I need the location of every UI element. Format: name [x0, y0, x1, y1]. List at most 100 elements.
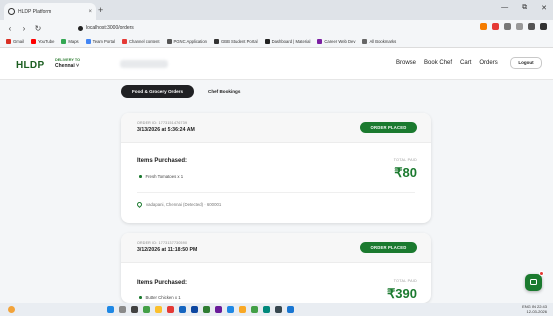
chat-button[interactable] — [525, 274, 542, 291]
app-icon[interactable] — [143, 306, 150, 313]
profile-icon[interactable] — [528, 23, 535, 30]
weather-icon[interactable] — [8, 306, 15, 313]
youtube-icon — [122, 39, 127, 44]
folder-icon — [362, 39, 368, 44]
extension-icon[interactable] — [516, 23, 523, 30]
url-text: localhost:3000/orders — [86, 25, 134, 31]
bookmark-item[interactable]: Dashboard | Material — [264, 39, 310, 44]
back-button[interactable]: ‹ — [6, 24, 14, 33]
extensions-area — [480, 23, 547, 30]
items-purchased-title: Items Purchased: — [137, 158, 188, 164]
order-date: 3/12/2026 at 11:18:50 PM — [137, 247, 198, 253]
bookmark-icon — [166, 39, 172, 44]
forward-button[interactable]: › — [20, 24, 28, 33]
item-text: Butter Chicken x 1 — [145, 295, 181, 300]
folder-icon[interactable] — [155, 306, 162, 313]
browser-tab-bar: HLDP Platform × + — ⧉ ✕ — [0, 0, 553, 20]
search-placeholder-blur — [120, 60, 168, 68]
os-taskbar: ENG IN 22:43 12-03-2026 — [0, 303, 553, 316]
bookmark-item[interactable]: GBB Student Portal — [214, 39, 258, 44]
divider — [137, 192, 415, 193]
app-icon[interactable] — [275, 306, 282, 313]
bullet-icon — [139, 175, 142, 178]
browser-tab-title: HLDP Platform — [18, 8, 52, 15]
total-paid-label: TOTAL PAID — [393, 158, 417, 162]
vscode-icon[interactable] — [227, 306, 234, 313]
search-icon[interactable] — [119, 306, 126, 313]
address-bar: ‹ › ↻ localhost:3000/orders — [0, 20, 553, 36]
order-id: ORDER ID: 1773137730590 — [137, 241, 188, 245]
minimize-button[interactable]: — — [501, 4, 508, 12]
app-icon[interactable] — [215, 306, 222, 313]
bookmark-icon — [264, 39, 270, 44]
order-card-header: ORDER ID: 1773151476739 3/13/2026 at 5:3… — [121, 113, 431, 143]
order-card: ORDER ID: 1773137730590 3/12/2026 at 11:… — [121, 233, 431, 303]
bookmark-item[interactable]: PGNC Application — [166, 39, 207, 44]
whatsapp-icon[interactable] — [251, 306, 258, 313]
order-card: ORDER ID: 1773151476739 3/13/2026 at 5:3… — [121, 113, 431, 223]
reload-button[interactable]: ↻ — [34, 24, 42, 33]
tab-chef-bookings[interactable]: Chef Bookings — [208, 89, 240, 94]
browser-tab[interactable]: HLDP Platform × — [4, 3, 96, 20]
gmail-icon — [6, 39, 11, 44]
app-icon[interactable] — [287, 306, 294, 313]
app-header: HLDP DELIVERY TO Chennai ˅ Browse Book C… — [0, 48, 553, 80]
bookmark-item[interactable]: Channel content — [122, 39, 160, 44]
status-badge: ORDER PLACED — [360, 122, 417, 133]
nav-book-chef[interactable]: Book Chef — [424, 60, 452, 66]
delivery-address: vadapani, Chennai (Detected) · 600001 — [135, 200, 221, 209]
bookmark-item[interactable]: All Bookmarks — [362, 39, 396, 44]
system-tray[interactable]: ENG IN 22:43 12-03-2026 — [522, 304, 547, 314]
taskbar-apps — [107, 306, 294, 313]
list-item: Butter Chicken x 1 — [139, 295, 181, 300]
bookmarks-bar: Gmail YouTube Maps Team Portal Channel c… — [0, 36, 553, 48]
items-purchased-title: Items Purchased: — [137, 280, 188, 286]
bookmark-item[interactable]: Team Portal — [85, 39, 115, 44]
item-text: Fresh Tomatoes x 1 — [145, 174, 184, 179]
bookmark-item[interactable]: YouTube — [30, 39, 54, 44]
app-icon[interactable] — [203, 306, 210, 313]
total-paid-amount: ₹390 — [387, 286, 417, 301]
maps-icon — [61, 39, 67, 44]
nav-cart[interactable]: Cart — [460, 60, 471, 66]
bookmark-item[interactable]: Gmail — [6, 39, 24, 44]
bullet-icon — [139, 296, 142, 299]
delivery-city: Chennai ˅ — [55, 63, 80, 69]
logout-button[interactable]: Logout — [510, 57, 542, 69]
order-date: 3/13/2026 at 5:36:24 AM — [137, 127, 195, 133]
chrome-icon[interactable] — [239, 306, 246, 313]
new-tab-button[interactable]: + — [98, 5, 103, 15]
nav-browse[interactable]: Browse — [396, 60, 416, 66]
bookmark-icon — [214, 39, 220, 44]
extension-icon[interactable] — [492, 23, 499, 30]
close-tab-icon[interactable]: × — [88, 9, 92, 15]
youtube-icon — [30, 39, 36, 44]
app-icon[interactable] — [167, 306, 174, 313]
app-icon[interactable] — [179, 306, 186, 313]
main-nav: Browse Book Chef Cart Orders — [396, 60, 498, 66]
location-pin-icon — [135, 200, 144, 209]
globe-icon — [8, 8, 15, 15]
notification-dot — [539, 271, 544, 276]
nav-orders[interactable]: Orders — [479, 60, 497, 66]
extension-icon[interactable] — [480, 23, 487, 30]
bookmark-item[interactable]: Maps — [61, 39, 79, 44]
edge-icon[interactable] — [191, 306, 198, 313]
menu-icon[interactable] — [540, 23, 547, 30]
delivery-location-selector[interactable]: DELIVERY TO Chennai ˅ — [55, 57, 80, 69]
order-type-tabs: Food & Grocery Orders Chef Bookings — [121, 85, 240, 98]
app-icon[interactable] — [263, 306, 270, 313]
chat-bubble-icon — [530, 279, 537, 285]
site-info-icon[interactable] — [78, 25, 83, 31]
close-window-button[interactable]: ✕ — [541, 4, 547, 12]
order-id: ORDER ID: 1773151476739 — [137, 121, 188, 125]
logo[interactable]: HLDP — [16, 60, 44, 71]
task-view-icon[interactable] — [131, 306, 138, 313]
url-field[interactable]: localhost:3000/orders — [78, 25, 134, 31]
maximize-button[interactable]: ⧉ — [522, 4, 527, 12]
bookmark-item[interactable]: Career Web Dev — [317, 39, 355, 44]
windows-start-icon[interactable] — [107, 306, 114, 313]
extension-icon[interactable] — [504, 23, 511, 30]
tab-food-grocery-orders[interactable]: Food & Grocery Orders — [121, 85, 194, 98]
tray-date: 12-03-2026 — [526, 308, 547, 314]
